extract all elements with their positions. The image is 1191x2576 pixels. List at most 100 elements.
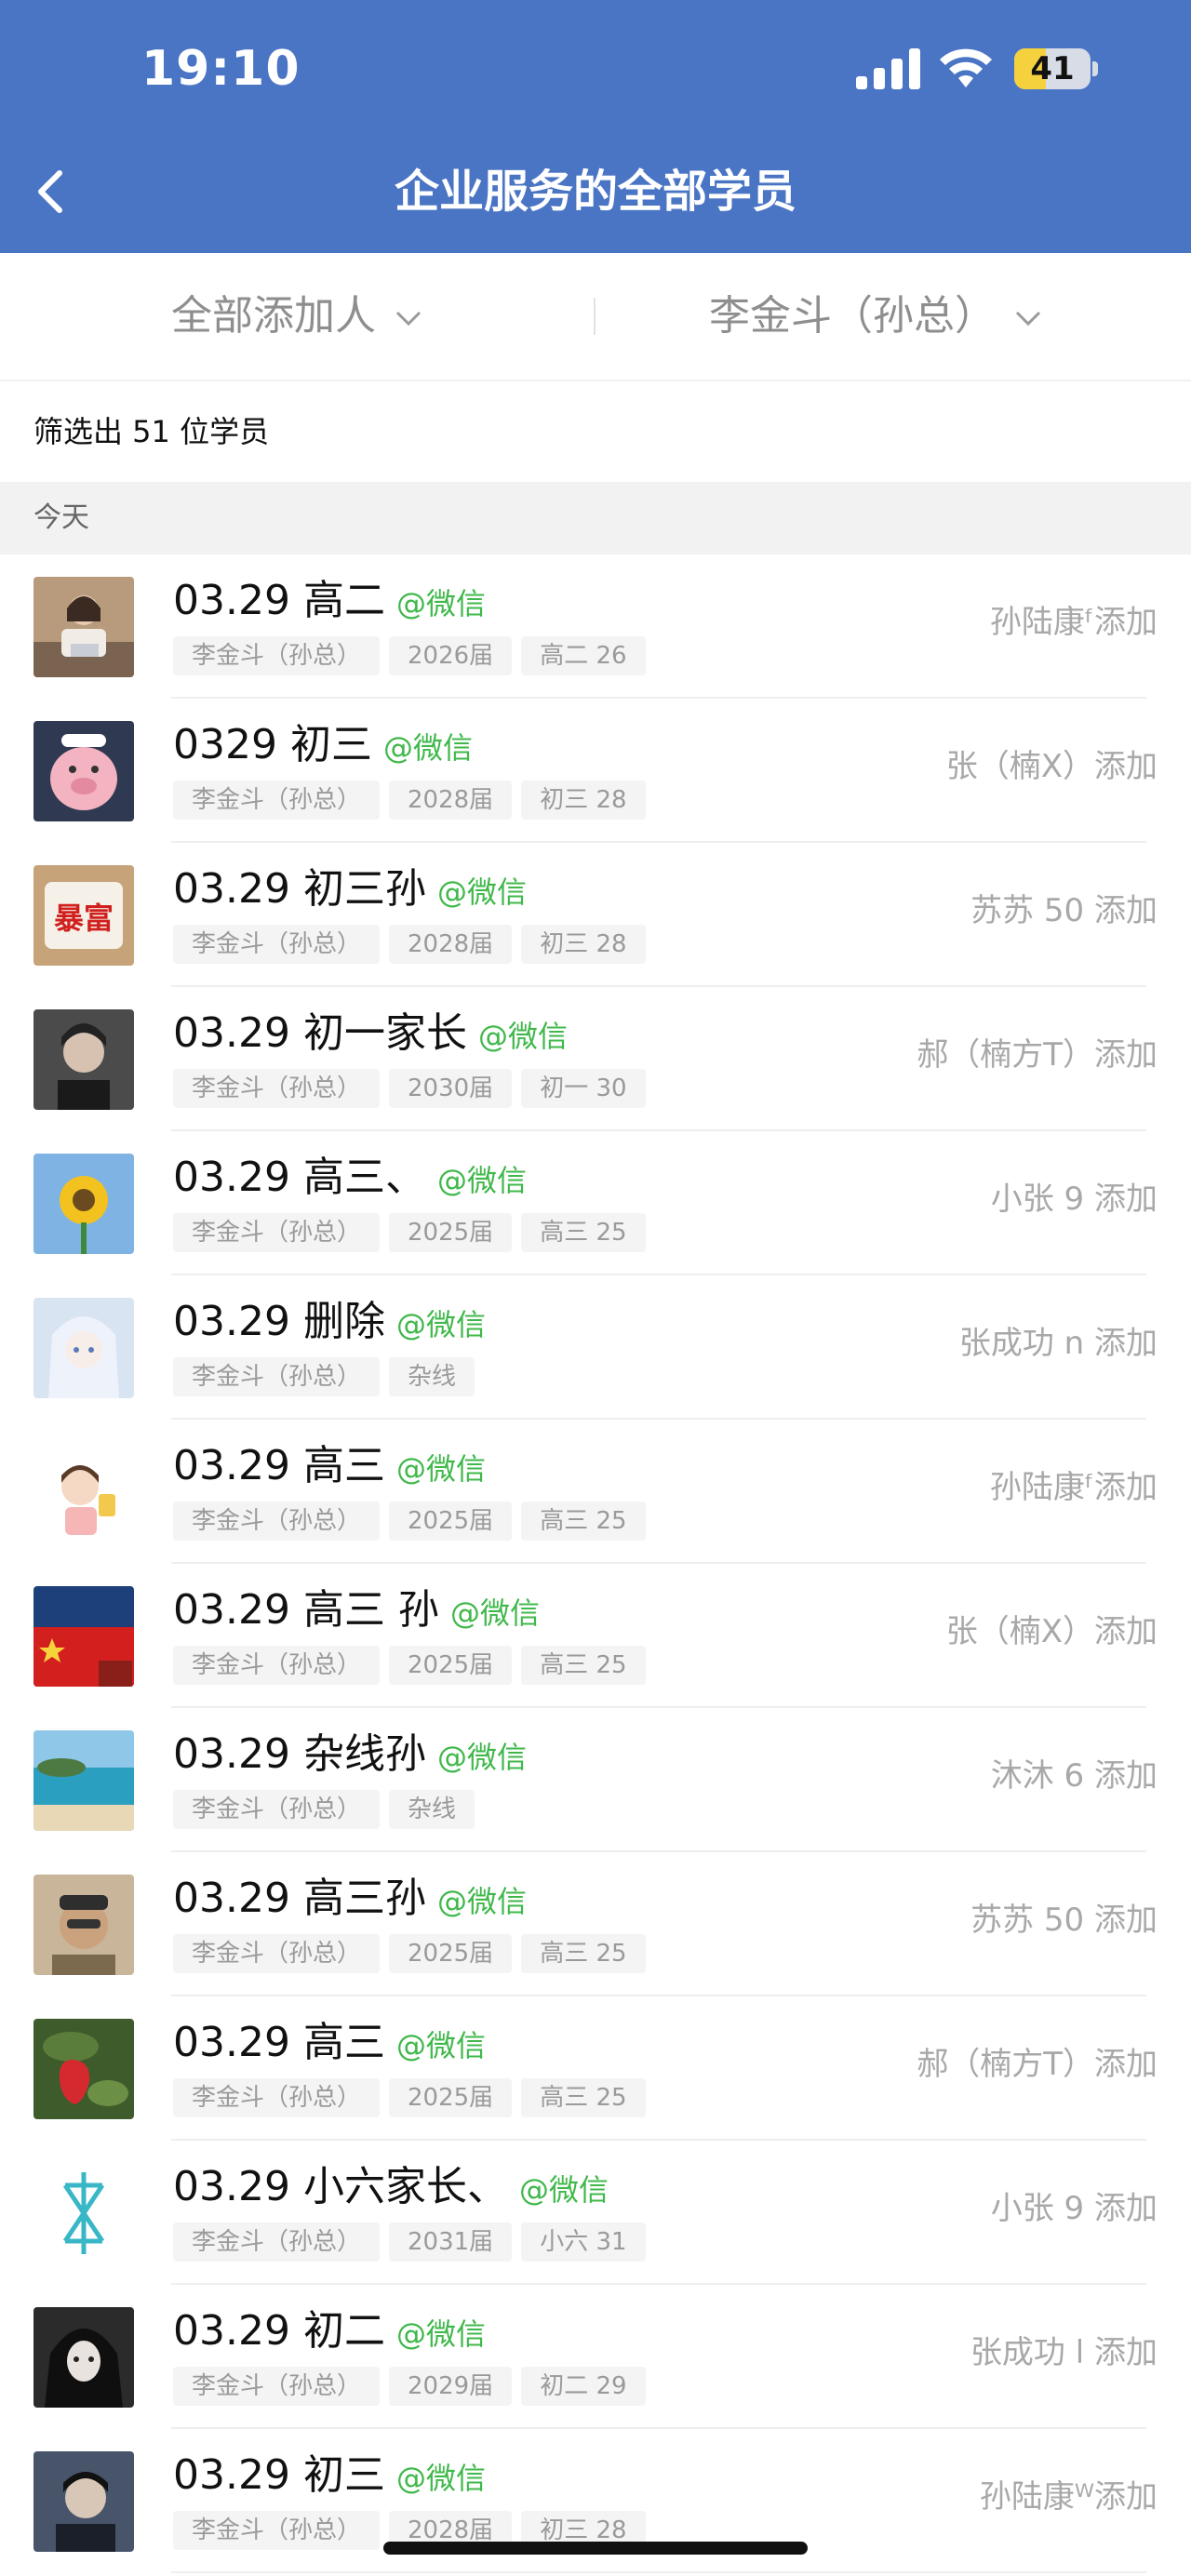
tag-list: 李金斗（孙总） 2026届 高二 26	[173, 636, 655, 675]
tag-list: 李金斗（孙总） 杂线	[173, 1790, 484, 1829]
student-name-line: 03.29 高三 孙 @微信	[173, 1582, 540, 1641]
source-label: @微信	[436, 874, 527, 910]
page-title: 企业服务的全部学员	[394, 166, 796, 218]
source-label: @微信	[518, 2172, 609, 2208]
student-name: 03.29 高二	[173, 577, 385, 624]
student-row[interactable]: 03.29 高三 孙 @微信 李金斗（孙总） 2025届 高三 25 张（楠X）添加	[0, 1564, 1191, 1708]
student-name: 03.29 小六家长、	[173, 2163, 508, 2210]
section-header-today: 今天	[0, 482, 1191, 554]
student-row[interactable]: 03.29 高三孙 @微信 李金斗（孙总） 2025届 高三 25 苏苏 50 添加	[0, 1852, 1191, 1996]
student-name-line: 03.29 高三 @微信	[173, 1438, 486, 1497]
tag: 2025届	[389, 1934, 513, 1973]
student-name: 03.29 高三、	[173, 1154, 426, 1201]
tag: 李金斗（孙总）	[173, 2367, 381, 2406]
tag: 李金斗（孙总）	[173, 1502, 381, 1541]
cellular-signal-icon	[856, 48, 920, 89]
adder-filter-label: 全部添加人	[171, 292, 376, 340]
source-label: @微信	[382, 730, 473, 766]
tag: 2028届	[389, 781, 513, 820]
student-name-line: 03.29 初三孙 @微信	[173, 861, 527, 920]
app-header: 19:10 41 企业服务的全部学员	[0, 0, 1191, 253]
avatar	[33, 1298, 134, 1398]
student-row[interactable]: 03.29 高三 @微信 李金斗（孙总） 2025届 高三 25 孙陆康ᶠ添加	[0, 1420, 1191, 1564]
added-by-label: 张（楠X）添加	[945, 748, 1158, 785]
tag: 李金斗（孙总）	[173, 1934, 381, 1973]
student-name: 03.29 杂线孙	[173, 1730, 426, 1778]
student-row[interactable]: 03.29 小六家长、 @微信 李金斗（孙总） 2031届 小六 31 小张 9 添加	[0, 2141, 1191, 2285]
added-by-label: 孙陆康ᶠ添加	[989, 604, 1158, 641]
tag: 初二 29	[521, 2367, 646, 2406]
student-row[interactable]: 03.29 杂线孙 @微信 李金斗（孙总） 杂线 沐沐 6 添加	[0, 1708, 1191, 1852]
source-label: @微信	[436, 1740, 527, 1775]
student-row[interactable]: 03.29 高三、 @微信李金斗（孙总） 2025届 高三 25 小张 9 添加	[0, 1131, 1191, 1275]
student-name-line: 03.29 高三 @微信	[173, 2015, 486, 2074]
student-name: 03.29 初三	[173, 2451, 385, 2499]
student-name-line: 03.29 初三 @微信	[173, 2448, 486, 2506]
student-row[interactable]: 03.29 高三 @微信 李金斗（孙总） 2025届 高三 25 郝（楠方T）添加	[0, 1996, 1191, 2141]
student-name-line: 03.29 小六家长、 @微信	[173, 2159, 609, 2218]
student-name-line: 03.29 高二 @微信	[173, 573, 486, 632]
tag-list: 李金斗（孙总） 2028届 初三 28	[173, 925, 655, 964]
tag: 李金斗（孙总）	[173, 2222, 381, 2262]
source-label: @微信	[436, 1163, 527, 1198]
filter-bar: 全部添加人 李金斗（孙总）	[0, 253, 1191, 381]
source-label: @微信	[395, 2316, 486, 2352]
added-by-label: 张成功 l 添加	[970, 2334, 1158, 2371]
student-row[interactable]: 03.29 高二 @微信李金斗（孙总） 2026届 高二 26 孙陆康ᶠ添加	[0, 554, 1191, 699]
tag: 李金斗（孙总）	[173, 1069, 381, 1108]
student-name: 03.29 初二	[173, 2307, 385, 2355]
result-summary: 筛选出 51 位学员	[0, 381, 1191, 482]
battery-indicator: 41	[1014, 48, 1100, 89]
added-by-label: 小张 9 添加	[990, 1181, 1158, 1218]
student-name-line: 03.29 高三孙 @微信	[173, 1871, 527, 1929]
added-by-label: 张（楠X）添加	[945, 1613, 1158, 1650]
tag: 2030届	[389, 1069, 513, 1108]
avatar	[33, 1442, 134, 1542]
tag: 2025届	[389, 1646, 513, 1685]
student-row[interactable]: 03.29 删除 @微信 李金斗（孙总） 杂线 张成功 n 添加	[0, 1275, 1191, 1420]
source-label: @微信	[395, 1451, 486, 1487]
section-label: 今天	[33, 501, 89, 534]
chevron-down-icon	[1015, 311, 1041, 327]
tag: 初一 30	[521, 1069, 646, 1108]
tag: 李金斗（孙总）	[173, 2511, 381, 2550]
avatar	[33, 1875, 134, 1975]
tag: 初三 28	[521, 781, 646, 820]
source-label: @微信	[449, 1595, 540, 1631]
tag: 李金斗（孙总）	[173, 1790, 381, 1829]
tag: 杂线	[389, 1790, 475, 1829]
student-list: 03.29 高二 @微信 李金斗（孙总） 2026届 高二 26 孙陆康ᶠ添加 0329 初…	[0, 554, 1191, 2573]
status-time: 19:10	[141, 41, 301, 97]
tag-list: 李金斗（孙总） 2030届 初一 30	[173, 1069, 655, 1108]
tag-list: 李金斗（孙总） 2025届 高三 25	[173, 1213, 655, 1252]
avatar	[33, 1009, 134, 1110]
student-row[interactable]: 03.29 初二 @微信 李金斗（孙总） 2029届 初二 29 张成功 l 添加	[0, 2285, 1191, 2429]
tag-list: 李金斗（孙总） 杂线	[173, 1357, 484, 1396]
owner-filter-dropdown[interactable]: 李金斗（孙总）	[709, 253, 1042, 380]
tag: 李金斗（孙总）	[173, 1646, 381, 1685]
student-name-line: 03.29 初二 @微信	[173, 2303, 486, 2362]
tag: 2025届	[389, 1502, 513, 1541]
tag: 李金斗（孙总）	[173, 636, 381, 675]
student-row[interactable]: 暴富 03.29 初三孙 @微信李金斗（孙总） 2028届 初三 28 苏苏 50 添加	[0, 843, 1191, 987]
added-by-label: 苏苏 50 添加	[970, 892, 1158, 929]
avatar	[33, 2307, 134, 2408]
avatar	[33, 577, 134, 677]
avatar	[33, 1730, 134, 1831]
result-count-text: 筛选出 51 位学员	[33, 414, 270, 449]
tag-list: 李金斗（孙总） 2028届 初三 28	[173, 781, 655, 820]
tag: 2028届	[389, 925, 513, 964]
wifi-icon	[940, 48, 992, 87]
tag: 李金斗（孙总）	[173, 2078, 381, 2117]
svg-text:暴富: 暴富	[54, 901, 114, 936]
student-row[interactable]: 0329 初三 @微信李金斗（孙总） 2028届 初三 28 张（楠X）添加	[0, 699, 1191, 843]
student-name-line: 0329 初三 @微信	[173, 717, 473, 776]
student-row[interactable]: 03.29 初一家长 @微信 李金斗（孙总） 2030届 初一 30 郝（楠方T）添加	[0, 987, 1191, 1131]
tag: 李金斗（孙总）	[173, 1213, 381, 1252]
tag: 高三 25	[521, 1213, 646, 1252]
avatar	[33, 2163, 134, 2263]
added-by-label: 小张 9 添加	[990, 2190, 1158, 2227]
tag: 高三 25	[521, 1502, 646, 1541]
adder-filter-dropdown[interactable]: 全部添加人	[171, 253, 422, 380]
tag: 2031届	[389, 2222, 513, 2262]
